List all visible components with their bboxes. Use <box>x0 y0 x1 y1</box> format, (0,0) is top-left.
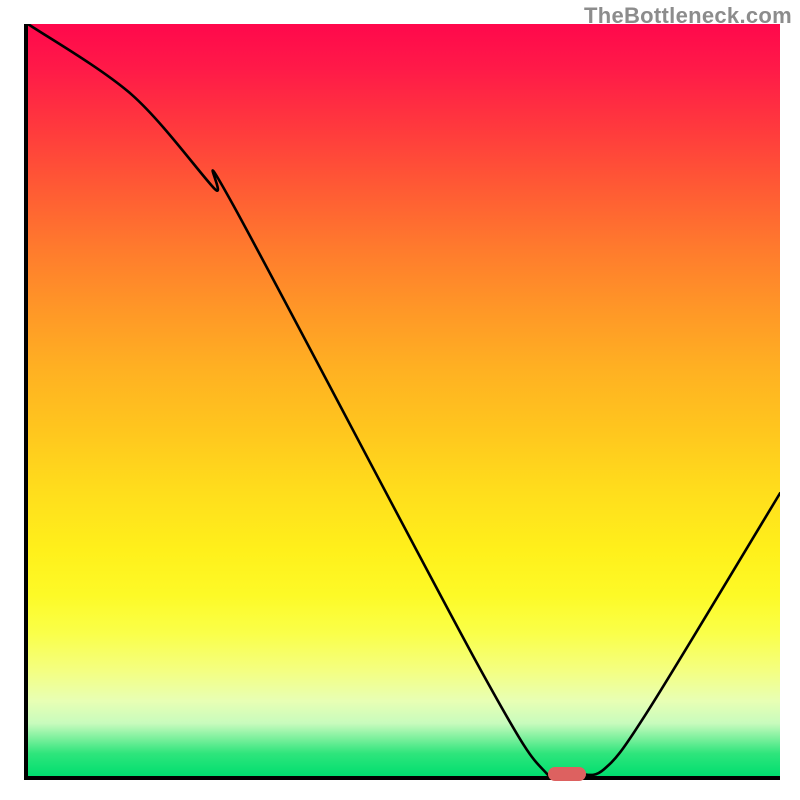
chart-stage: TheBottleneck.com <box>0 0 800 800</box>
chart-plot-area <box>24 24 780 780</box>
curve-line-icon <box>28 24 780 776</box>
optimal-marker <box>548 767 586 781</box>
bottleneck-curve <box>28 24 780 776</box>
